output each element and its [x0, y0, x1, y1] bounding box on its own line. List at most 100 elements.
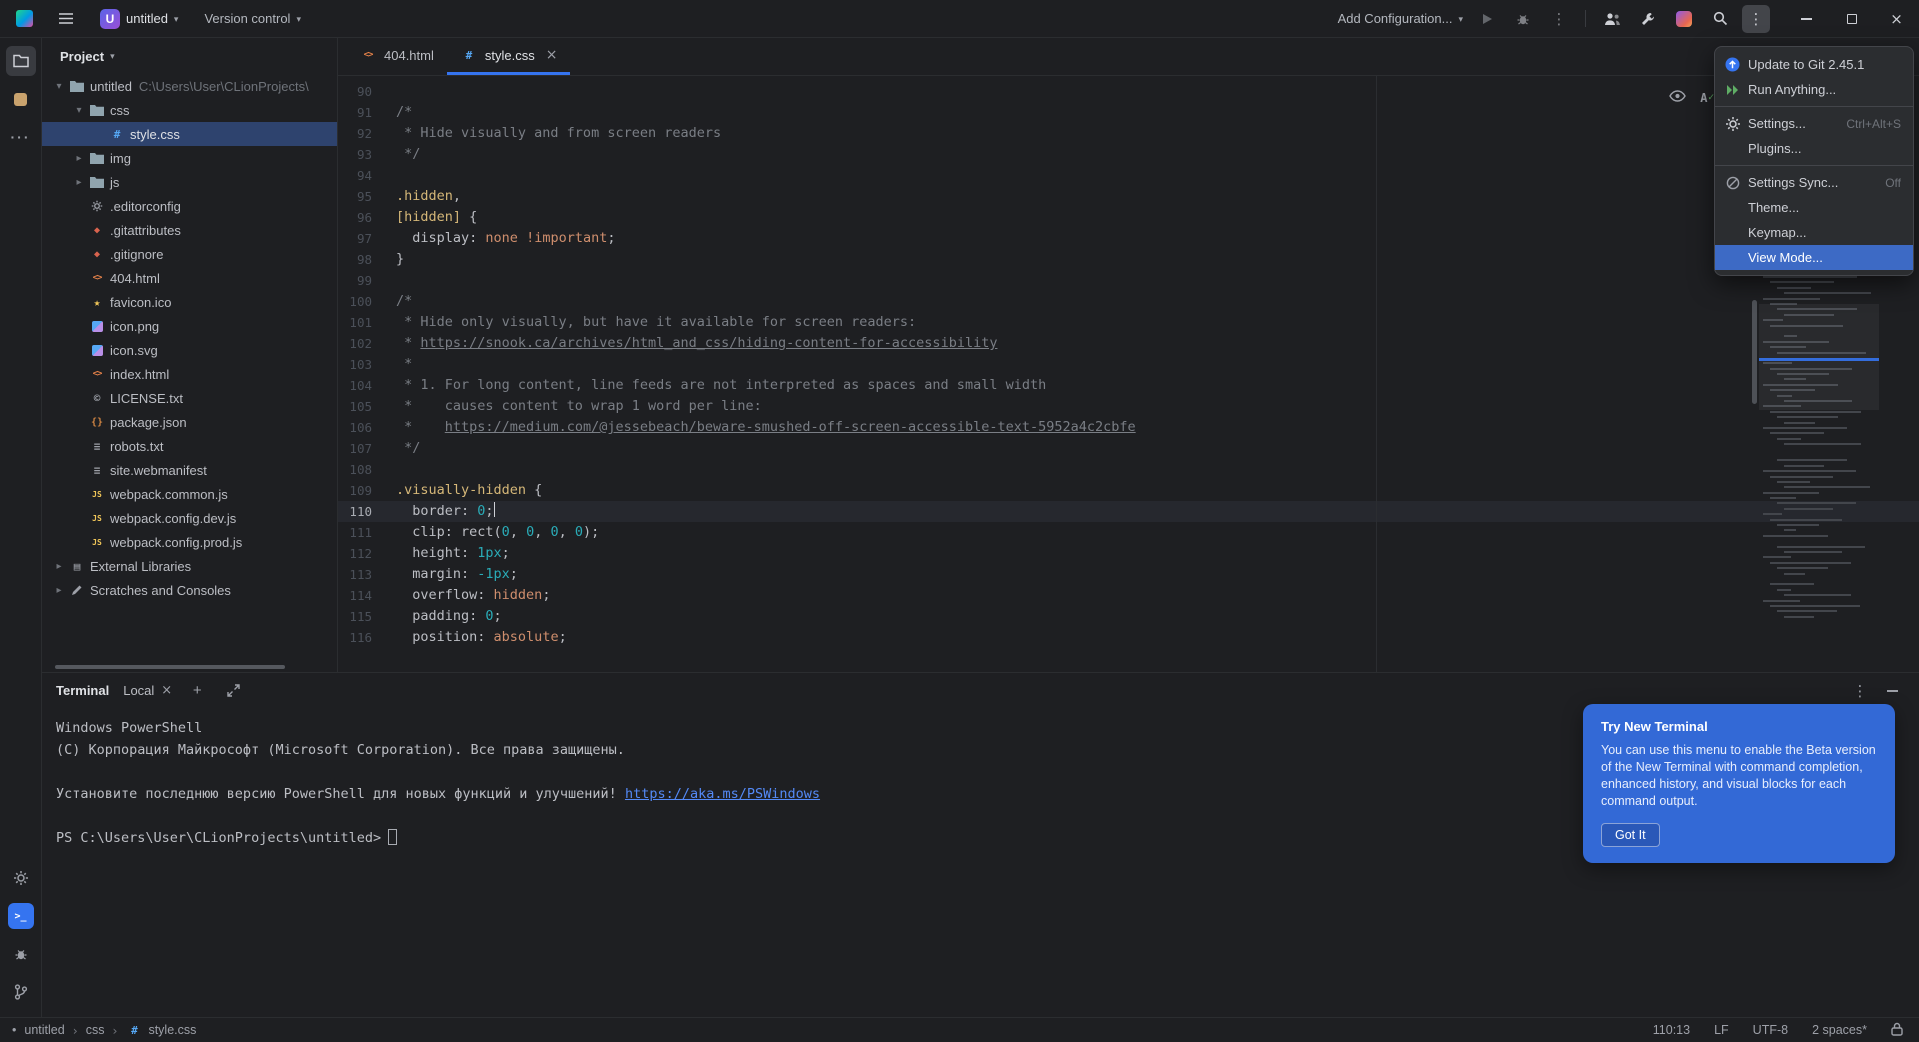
- code-line-106[interactable]: 106 * https://medium.com/@jessebeach/bew…: [338, 417, 1919, 438]
- line-number[interactable]: 99: [338, 270, 396, 291]
- code-line-110[interactable]: 110 border: 0;: [338, 501, 1919, 522]
- code-line-116[interactable]: 116 position: absolute;: [338, 627, 1919, 648]
- close-window-button[interactable]: ×: [1874, 0, 1919, 38]
- tree-item-404-html[interactable]: <>404.html: [42, 266, 337, 290]
- hide-terminal-icon[interactable]: [1881, 680, 1903, 702]
- more-vert-icon[interactable]: ⋮: [1545, 5, 1573, 33]
- line-number[interactable]: 91: [338, 102, 396, 123]
- search-icon[interactable]: [1706, 5, 1734, 33]
- menu-item-theme[interactable]: Theme...: [1715, 195, 1913, 220]
- menu-item-settings[interactable]: Settings...Ctrl+Alt+S: [1715, 111, 1913, 136]
- tree-item-js[interactable]: ▸js: [42, 170, 337, 194]
- line-number[interactable]: 109: [338, 480, 396, 501]
- caret-position-widget[interactable]: 110:13: [1653, 1023, 1690, 1037]
- code-line-93[interactable]: 93 */: [338, 144, 1919, 165]
- tree-item-license-txt[interactable]: ©LICENSE.txt: [42, 386, 337, 410]
- code-line-94[interactable]: 94: [338, 165, 1919, 186]
- code-line-114[interactable]: 114 overflow: hidden;: [338, 585, 1919, 606]
- users-icon[interactable]: [1598, 5, 1626, 33]
- tree-item-index-html[interactable]: <>index.html: [42, 362, 337, 386]
- menu-item-view-mode[interactable]: View Mode...: [1715, 245, 1913, 270]
- code-line-96[interactable]: 96[hidden] {: [338, 207, 1919, 228]
- line-number[interactable]: 96: [338, 207, 396, 228]
- code-line-107[interactable]: 107 */: [338, 438, 1919, 459]
- run-icon[interactable]: [1473, 5, 1501, 33]
- new-terminal-tab-icon[interactable]: +: [186, 680, 208, 702]
- code-line-99[interactable]: 99: [338, 270, 1919, 291]
- code-line-105[interactable]: 105 * causes content to wrap 1 word per …: [338, 396, 1919, 417]
- code-line-102[interactable]: 102 * https://snook.ca/archives/html_and…: [338, 333, 1919, 354]
- code-line-100[interactable]: 100/*: [338, 291, 1919, 312]
- menu-item-plugins[interactable]: Plugins...: [1715, 136, 1913, 161]
- maximize-terminal-icon[interactable]: [222, 680, 244, 702]
- terminal-tool-button[interactable]: >_: [6, 901, 36, 931]
- highlighting-level-icon[interactable]: [1669, 88, 1686, 109]
- run-configuration-widget[interactable]: Add Configuration... ▾: [1332, 5, 1469, 33]
- line-number[interactable]: 108: [338, 459, 396, 480]
- tree-item-gitattributes[interactable]: ◆.gitattributes: [42, 218, 337, 242]
- line-number[interactable]: 102: [338, 333, 396, 354]
- structure-tool-button[interactable]: [6, 84, 36, 114]
- tree-item-webpack-common-js[interactable]: JSwebpack.common.js: [42, 482, 337, 506]
- line-number[interactable]: 95: [338, 186, 396, 207]
- code-line-103[interactable]: 103 *: [338, 354, 1919, 375]
- line-number[interactable]: 105: [338, 396, 396, 417]
- line-number[interactable]: 97: [338, 228, 396, 249]
- menu-item-update-to-git-2-45-1[interactable]: Update to Git 2.45.1: [1715, 52, 1913, 77]
- code-line-108[interactable]: 108: [338, 459, 1919, 480]
- chevron-right-icon[interactable]: ▸: [70, 177, 88, 188]
- tree-item-editorconfig[interactable]: .editorconfig: [42, 194, 337, 218]
- chevron-right-icon[interactable]: ▸: [70, 153, 88, 164]
- tree-item-webpack-config-dev-js[interactable]: JSwebpack.config.dev.js: [42, 506, 337, 530]
- editor-scrollbar[interactable]: [1752, 300, 1757, 404]
- tree-item-package-json[interactable]: {}package.json: [42, 410, 337, 434]
- line-number[interactable]: 101: [338, 312, 396, 333]
- line-number[interactable]: 107: [338, 438, 396, 459]
- project-widget[interactable]: U untitled ▾: [94, 5, 184, 33]
- maximize-window-button[interactable]: [1829, 0, 1874, 38]
- code-line-92[interactable]: 92 * Hide visually and from screen reade…: [338, 123, 1919, 144]
- tree-item-css[interactable]: ▾css: [42, 98, 337, 122]
- code-line-97[interactable]: 97 display: none !important;: [338, 228, 1919, 249]
- breadcrumb-untitled[interactable]: untitled: [24, 1023, 64, 1037]
- code-line-95[interactable]: 95.hidden,: [338, 186, 1919, 207]
- tab-style-css[interactable]: #style.css×: [447, 38, 571, 75]
- horizontal-scrollbar[interactable]: [55, 665, 285, 669]
- terminal-tab-local[interactable]: Local ×: [123, 683, 172, 698]
- inspections-status-icon[interactable]: A✓: [1700, 88, 1715, 109]
- minimap-viewport[interactable]: [1759, 304, 1879, 410]
- tree-item-webpack-config-prod-js[interactable]: JSwebpack.config.prod.js: [42, 530, 337, 554]
- terminal-title[interactable]: Terminal: [56, 683, 109, 698]
- line-separator-widget[interactable]: LF: [1714, 1023, 1729, 1037]
- tree-item-favicon-ico[interactable]: ★favicon.ico: [42, 290, 337, 314]
- got-it-button[interactable]: Got It: [1601, 823, 1660, 847]
- menu-item-settings-sync[interactable]: Settings Sync...Off: [1715, 170, 1913, 195]
- version-control-tool-button[interactable]: [6, 977, 36, 1007]
- chevron-down-icon[interactable]: ▾: [70, 105, 88, 116]
- debug-icon[interactable]: [1509, 5, 1537, 33]
- terminal-options-icon[interactable]: ⋮: [1849, 680, 1871, 702]
- line-number[interactable]: 93: [338, 144, 396, 165]
- settings-tool-button[interactable]: [6, 863, 36, 893]
- line-number[interactable]: 90: [338, 81, 396, 102]
- more-tool-windows-tool-button[interactable]: ···: [6, 122, 36, 152]
- tab-404-html[interactable]: <>404.html: [346, 38, 447, 75]
- tree-item-site-webmanifest[interactable]: ≡site.webmanifest: [42, 458, 337, 482]
- encoding-widget[interactable]: UTF-8: [1753, 1023, 1788, 1037]
- code-line-101[interactable]: 101 * Hide only visually, but have it av…: [338, 312, 1919, 333]
- minimize-window-button[interactable]: [1784, 0, 1829, 38]
- problems-tool-button[interactable]: [6, 939, 36, 969]
- line-number[interactable]: 111: [338, 522, 396, 543]
- tree-item-external-libraries[interactable]: ▸▤External Libraries: [42, 554, 337, 578]
- line-number[interactable]: 116: [338, 627, 396, 648]
- line-number[interactable]: 92: [338, 123, 396, 144]
- menu-item-keymap[interactable]: Keymap...: [1715, 220, 1913, 245]
- breadcrumb-style-css[interactable]: #style.css: [125, 1023, 196, 1037]
- chevron-right-icon[interactable]: ▸: [50, 561, 68, 572]
- line-number[interactable]: 113: [338, 564, 396, 585]
- line-number[interactable]: 106: [338, 417, 396, 438]
- main-menu-icon[interactable]: [52, 5, 80, 33]
- indent-widget[interactable]: 2 spaces*: [1812, 1023, 1867, 1037]
- chevron-down-icon[interactable]: ▾: [50, 81, 68, 92]
- terminal-link[interactable]: https://aka.ms/PSWindows: [625, 786, 820, 802]
